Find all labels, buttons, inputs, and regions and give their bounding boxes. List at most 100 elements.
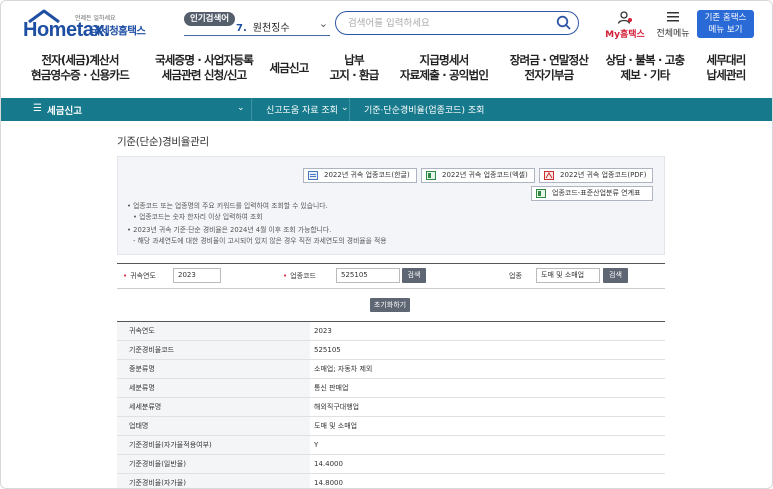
old-btn-line1: 기존 홈택스	[704, 13, 747, 23]
download-link-table-button[interactable]: 업종코드-표준산업분류 연계표	[531, 186, 653, 201]
gnb-item-payment[interactable]: 납부 고지 · 환급	[321, 53, 387, 83]
type-input[interactable]: 도매 및 소매업	[536, 268, 600, 283]
table-row: 세분류명 통신 판매업	[117, 379, 665, 398]
row-key: 업태명	[117, 417, 310, 435]
row-value: 통신 판매업	[314, 384, 349, 392]
gnb-item-line2: 현금영수증 · 신용카드	[31, 68, 130, 82]
gnb-item-line2: 납세관리	[706, 68, 746, 82]
gnb-item-tax-report[interactable]: 세금신고	[261, 61, 317, 76]
old-hometax-menu-button[interactable]: 기존 홈택스 메뉴 보기	[697, 10, 754, 38]
popular-badge: 인기검색어	[184, 12, 236, 26]
excel-file-icon	[426, 171, 436, 180]
note-line: • 업종코드 또는 업종명의 주요 키워드를 입력하여 조회할 수 있습니다.	[127, 202, 328, 210]
row-value: Y	[314, 441, 319, 449]
popular-rank: 7.	[236, 23, 247, 34]
result-table: 귀속연도 2023 기준경비율코드 525105 중분류명 소매업; 자동차 제외 세…	[117, 321, 665, 488]
download-excel-button[interactable]: 2022년 귀속 업종코드(엑셀)	[421, 168, 535, 183]
row-key: 기준경비율코드	[117, 341, 310, 359]
excel-file-icon	[536, 189, 546, 198]
code-label-text: 업종코드	[290, 272, 316, 280]
note-line: • 2023년 귀속 기준·단순 경비율은 2024년 4월 이후 조회 가능합…	[127, 226, 332, 234]
gnb-item-line1: 전자(세금)계산서	[41, 53, 119, 67]
popular-term: 7. 원천징수	[236, 19, 290, 34]
row-value: 해외직구대행업	[314, 403, 360, 411]
row-key: 세분류명	[117, 379, 310, 397]
table-row: 기준경비율(자가율적용여부) Y	[117, 436, 665, 455]
table-row: 기준경비율(일반율) 14.4000	[117, 455, 665, 474]
row-key: 귀속연도	[117, 322, 310, 340]
breadcrumb-level2[interactable]: 신고도움 자료 조회	[251, 98, 352, 121]
download-pdf-button[interactable]: 2022년 귀속 업종코드(PDF)	[539, 168, 653, 183]
download-hwp-button[interactable]: 2022년 귀속 업종코드(한글)	[303, 168, 417, 183]
reset-button[interactable]: 초기화하기	[370, 298, 410, 312]
hamburger-icon	[667, 12, 679, 22]
gnb-item-incentive[interactable]: 장려금 · 연말정산 전자기부금	[506, 53, 592, 83]
table-row: 기준경비율코드 525105	[117, 341, 665, 360]
code-label: • 업종코드	[283, 272, 316, 280]
download-pdf-label: 2022년 귀속 업종코드(PDF)	[560, 171, 647, 179]
my-hometax-label: My홈택스	[605, 30, 645, 40]
type-label: 업종	[509, 272, 522, 280]
popular-term-text: 원천징수	[252, 23, 290, 34]
breadcrumb: ☰ 세금신고 ⌄ 신고도움 자료 조회 ⌄ 기준·단순경비율(업종코드) 조회	[1, 98, 772, 121]
gnb-item-consult[interactable]: 상담 · 불복 · 고충 제보 · 기타	[603, 53, 687, 83]
year-input[interactable]: 2023	[173, 268, 221, 283]
gnb-item-line1: 지급명세서	[419, 53, 470, 67]
hwp-file-icon	[308, 171, 318, 180]
gnb-item-line2: 자료제출 · 공익법인	[399, 68, 489, 82]
table-row: 귀속연도 2023	[117, 322, 665, 341]
code-search-button[interactable]: 검색	[402, 268, 426, 283]
gnb-item-line1: 세금신고	[269, 61, 309, 75]
all-menu-label: 전체메뉴	[656, 29, 690, 39]
breadcrumb-level3[interactable]: 기준·단순경비율(업종코드) 조회	[349, 98, 530, 121]
row-value: 도매 및 소매업	[314, 422, 358, 430]
site-name: 국세청홈택스	[91, 25, 146, 37]
table-row: 세세분류명 해외직구대행업	[117, 398, 665, 417]
menu-icon[interactable]: ☰	[33, 103, 42, 114]
row-value: 소매업; 자동차 제외	[314, 365, 373, 373]
gnb-item-line2: 전자기부금	[524, 68, 575, 82]
search-icon[interactable]	[556, 15, 571, 30]
page-title: 기준(단순)경비율관리	[117, 136, 209, 148]
row-value: 14.4000	[314, 460, 343, 468]
type-search-button[interactable]: 검색	[603, 268, 628, 283]
gnb-item-payment-statement[interactable]: 지급명세서 자료제출 · 공익법인	[396, 53, 492, 83]
page-frame: Hometax. 언제든 일하세요 국세청홈택스 인기검색어 7. 원천징수 ⌄ …	[0, 0, 773, 489]
popular-keyword-dropdown[interactable]: 인기검색어 7. 원천징수 ⌄	[184, 11, 330, 36]
note-line: - 해당 과세연도에 대한 경비율이 고시되어 있지 않은 경우 직전 과세연도…	[133, 236, 387, 245]
note-line: • 업종코드는 숫자 한자리 이상 입력하여 조회	[133, 212, 263, 221]
search-box	[335, 11, 579, 35]
breadcrumb-home[interactable]: 세금신고	[47, 103, 82, 117]
all-menu-button[interactable]: 전체메뉴	[653, 11, 693, 39]
row-value: 525105	[314, 346, 341, 354]
row-key: 세세분류명	[117, 398, 310, 416]
main-navigation: 전자(세금)계산서 현금영수증 · 신용카드 국세증명 · 사업자등록 세금관련…	[1, 53, 772, 95]
gnb-item-e-invoice[interactable]: 전자(세금)계산서 현금영수증 · 신용카드	[23, 53, 137, 83]
chevron-down-icon[interactable]: ⌄	[341, 103, 349, 113]
my-hometax-button[interactable]: My홈택스	[605, 11, 645, 40]
gnb-item-line1: 국세증명 · 사업자등록	[155, 53, 254, 67]
search-input[interactable]	[346, 15, 550, 32]
download-hwp-label: 2022년 귀속 업종코드(한글)	[324, 171, 410, 179]
code-input[interactable]: 525105	[336, 268, 400, 283]
gnb-item-certificate[interactable]: 국세증명 · 사업자등록 세금관련 신청/신고	[146, 53, 262, 83]
gnb-item-line2: 제보 · 기타	[620, 68, 670, 82]
chevron-down-icon[interactable]: ⌄	[237, 103, 245, 113]
chevron-down-icon: ⌄	[318, 17, 328, 30]
gnb-item-line1: 세무대리	[706, 53, 746, 67]
row-key: 중분류명	[117, 360, 310, 378]
row-key: 기준경비율(자가율적용여부)	[117, 436, 310, 454]
download-excel-label: 2022년 귀속 업종코드(엑셀)	[442, 171, 528, 179]
hometax-logo[interactable]: Hometax. 언제든 일하세요 국세청홈택스	[23, 9, 151, 43]
notes: • 업종코드 또는 업종명의 주요 키워드를 입력하여 조회할 수 있습니다. …	[127, 201, 387, 246]
gnb-item-tax-agent[interactable]: 세무대리 납세관리	[699, 53, 753, 83]
year-label: • 귀속연도	[123, 272, 156, 280]
breadcrumb-level2-label: 신고도움 자료 조회	[266, 106, 338, 116]
row-key: 기준경비율(자가율)	[117, 474, 310, 488]
gnb-item-line2: 고지 · 환급	[329, 68, 379, 82]
row-key: 기준경비율(일반율)	[117, 455, 310, 473]
pdf-file-icon	[544, 171, 554, 180]
gnb-item-line1: 납부	[344, 53, 364, 67]
gnb-item-line1: 장려금 · 연말정산	[509, 53, 589, 67]
search-form: • 귀속연도 2023 • 업종코드 525105 검색 업종 도매 및 소매업 검…	[117, 263, 665, 289]
